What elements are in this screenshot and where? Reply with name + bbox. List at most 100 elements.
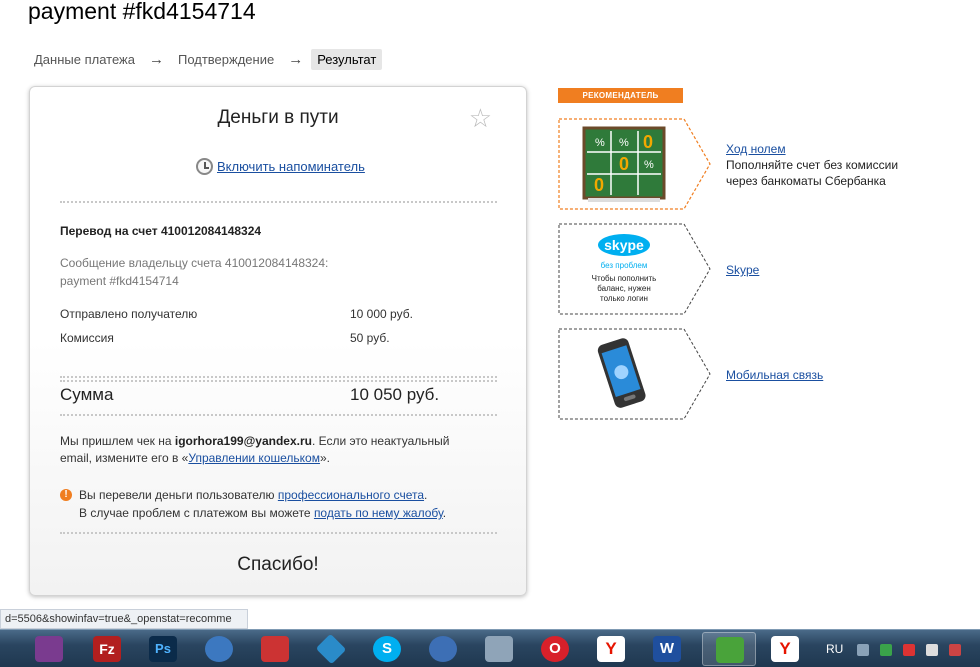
rec-skype-link[interactable]: Skype <box>726 262 759 278</box>
skype-logo-text: skype <box>604 237 644 253</box>
commission-label: Комиссия <box>60 331 114 345</box>
tools-icon <box>485 636 513 662</box>
language-indicator[interactable]: RU <box>826 642 843 656</box>
reminder: Включить напоминатель <box>196 158 365 175</box>
divider-double <box>60 376 497 382</box>
rec-card-mobile[interactable] <box>558 328 712 420</box>
professional-account-link[interactable]: профессионального счета <box>278 488 424 502</box>
tray-alert-icon[interactable] <box>949 644 961 656</box>
arrow-icon: → <box>148 50 164 68</box>
taskbar-pdf[interactable] <box>248 632 302 666</box>
skype-icon: S <box>373 636 401 662</box>
skype-image-line-1: Чтобы пополнить <box>592 274 657 283</box>
taskbar-diamond-app[interactable] <box>304 632 358 666</box>
step-confirmation[interactable]: Подтверждение <box>172 49 280 70</box>
skype-image-line-3: только логин <box>600 294 648 303</box>
taskbar: Fz Ps S O Y W Y RU <box>0 629 980 667</box>
receipt-email: igorhora199@yandex.ru <box>174 434 312 448</box>
rec-card-sber[interactable]: % % 0 0 % 0 <box>558 118 712 210</box>
recommender-badge: РЕКОМЕНДАТЕЛЬ <box>558 88 683 103</box>
tray-arrow-icon[interactable] <box>857 644 869 656</box>
sum-value: 10 050 руб. <box>350 385 440 404</box>
wallet-management-link[interactable]: Управлении кошельком <box>188 451 320 465</box>
rec-card-sber-frame: % % 0 0 % 0 <box>558 118 711 210</box>
rec-card-mobile-frame <box>558 328 711 420</box>
sent-value: 10 000 руб. <box>350 307 413 321</box>
commission-value: 50 руб. <box>350 331 390 345</box>
divider <box>60 532 497 535</box>
rec-mobile-link[interactable]: Мобильная связь <box>726 367 823 383</box>
torrent-icon <box>716 637 744 663</box>
rec-sber-desc-2: через банкоматы Сбербанка <box>726 174 886 188</box>
notice-line-2: В случае проблем с платежом вы можете по… <box>79 506 446 520</box>
step-payment-data[interactable]: Данные платежа <box>28 49 141 70</box>
taskbar-cursor-app[interactable] <box>192 632 246 666</box>
paint-icon <box>429 636 457 662</box>
rec-mobile-text: Мобильная связь <box>726 367 823 383</box>
star-icon[interactable]: ☆ <box>469 105 492 131</box>
taskbar-yandex[interactable]: Y <box>584 632 638 666</box>
taskbar-opera[interactable]: O <box>528 632 582 666</box>
receipt-line-2: email, измените его в «Управлении кошель… <box>60 451 330 465</box>
taskbar-winrar[interactable] <box>22 632 76 666</box>
pdf-icon <box>261 636 289 662</box>
rec-card-skype[interactable]: skype без проблем Чтобы пополнить баланс… <box>558 223 712 315</box>
notice-line1-prefix: Вы перевели деньги пользователю <box>79 488 278 502</box>
tray-network-icon[interactable] <box>880 644 892 656</box>
rec-sber-desc-1: Пополняйте счет без комиссии <box>726 158 899 172</box>
divider <box>60 414 497 417</box>
opera-icon: O <box>541 636 569 662</box>
svg-text:0: 0 <box>594 175 604 195</box>
message-line-2: payment #fkd4154714 <box>60 274 179 288</box>
notice-line1-suffix: . <box>424 488 428 502</box>
receipt-line-1: Мы пришлем чек на igorhora199@yandex.ru.… <box>60 434 450 448</box>
sent-label: Отправлено получателю <box>60 307 198 321</box>
transfer-title: Перевод на счет 410012084148324 <box>60 224 262 238</box>
notice-line-1: Вы перевели деньги пользователю професси… <box>79 488 427 502</box>
alarm-clock-icon <box>196 158 213 175</box>
receipt-suffix: . Если это неактуальный <box>311 434 450 448</box>
tray-device-icon[interactable] <box>926 644 938 656</box>
skype-sub-text: без проблем <box>601 261 648 270</box>
svg-text:%: % <box>644 159 654 171</box>
tray-antivirus-icon[interactable] <box>903 644 915 656</box>
filezilla-icon: Fz <box>93 636 121 662</box>
taskbar-paint[interactable] <box>416 632 470 666</box>
status-bar-url: d=5506&showinfav=true&_openstat=recomme <box>0 609 248 629</box>
skype-image-line-2: баланс, нужен <box>597 284 651 293</box>
message-line-1: Сообщение владельцу счета 41001208414832… <box>60 256 329 270</box>
breadcrumb: Данные платежа → Подтверждение → Результ… <box>28 48 383 70</box>
taskbar-photoshop[interactable]: Ps <box>136 632 190 666</box>
word-icon: W <box>653 636 681 662</box>
card-title: Деньги в пути <box>217 107 339 128</box>
svg-text:0: 0 <box>643 132 653 152</box>
complaint-link[interactable]: подать по нему жалобу <box>314 506 443 520</box>
winrar-icon <box>35 636 63 662</box>
yandex-icon: Y <box>597 636 625 662</box>
rec-skype-text: Skype <box>726 262 759 278</box>
taskbar-skype[interactable]: S <box>360 632 414 666</box>
rec-card-skype-frame: skype без проблем Чтобы пополнить баланс… <box>558 223 711 315</box>
taskbar-yandex-browser[interactable]: Y <box>758 632 812 666</box>
info-icon: ! <box>60 489 72 501</box>
cursor-app-icon <box>205 636 233 662</box>
reminder-link[interactable]: Включить напоминатель <box>217 159 365 174</box>
rec-sber-link[interactable]: Ход нолем <box>726 141 898 157</box>
divider <box>60 201 497 204</box>
taskbar-torrent[interactable] <box>702 632 756 666</box>
step-result: Результат <box>311 48 383 70</box>
taskbar-tools[interactable] <box>472 632 526 666</box>
thanks-text: Спасибо! <box>237 554 319 575</box>
receipt-line2-prefix: email, измените его в « <box>60 451 189 465</box>
payment-result-card: Деньги в пути ☆ Включить напоминатель Пе… <box>29 86 527 596</box>
receipt-line2-suffix: ». <box>319 451 330 465</box>
svg-text:0: 0 <box>619 154 629 174</box>
svg-text:%: % <box>595 137 605 149</box>
yandex-browser-icon: Y <box>771 636 799 662</box>
page-title: payment #fkd4154714 <box>28 0 256 24</box>
app-diamond-icon <box>315 633 347 665</box>
svg-text:%: % <box>619 137 629 149</box>
taskbar-word[interactable]: W <box>640 632 694 666</box>
photoshop-icon: Ps <box>149 636 177 662</box>
taskbar-filezilla[interactable]: Fz <box>80 632 134 666</box>
